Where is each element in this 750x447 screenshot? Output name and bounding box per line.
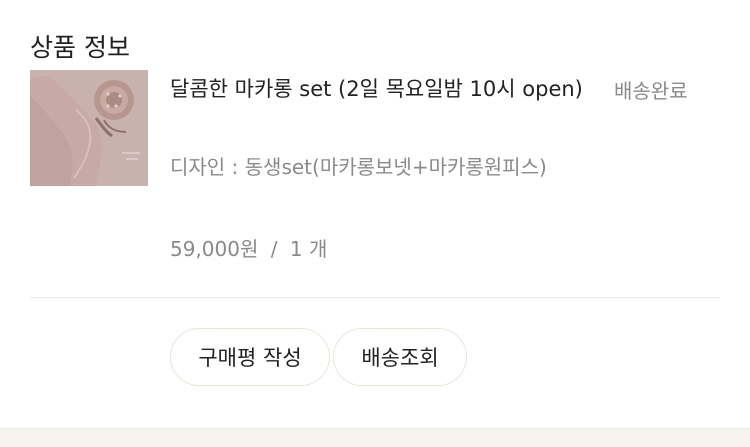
delivery-status: 배송완료 bbox=[614, 79, 688, 103]
price-separator: / bbox=[270, 237, 278, 261]
quantity: 1 개 bbox=[289, 237, 328, 261]
track-delivery-button[interactable]: 배송조회 bbox=[333, 328, 467, 386]
product-name[interactable]: 달콤한 마카롱 set (2일 목요일밤 10시 open) bbox=[170, 70, 590, 108]
write-review-button[interactable]: 구매평 작성 bbox=[170, 328, 330, 386]
product-option: 디자인 : 동생set(마카롱보넷+마카롱원피스) bbox=[170, 155, 547, 179]
section-title: 상품 정보 bbox=[30, 33, 130, 62]
product-thumbnail[interactable] bbox=[30, 70, 148, 186]
price-quantity: 59,000원 / 1 개 bbox=[170, 230, 327, 268]
bottom-bar bbox=[0, 428, 750, 447]
divider bbox=[30, 297, 720, 298]
product-image-illustration bbox=[30, 70, 148, 186]
price: 59,000원 bbox=[170, 237, 259, 261]
